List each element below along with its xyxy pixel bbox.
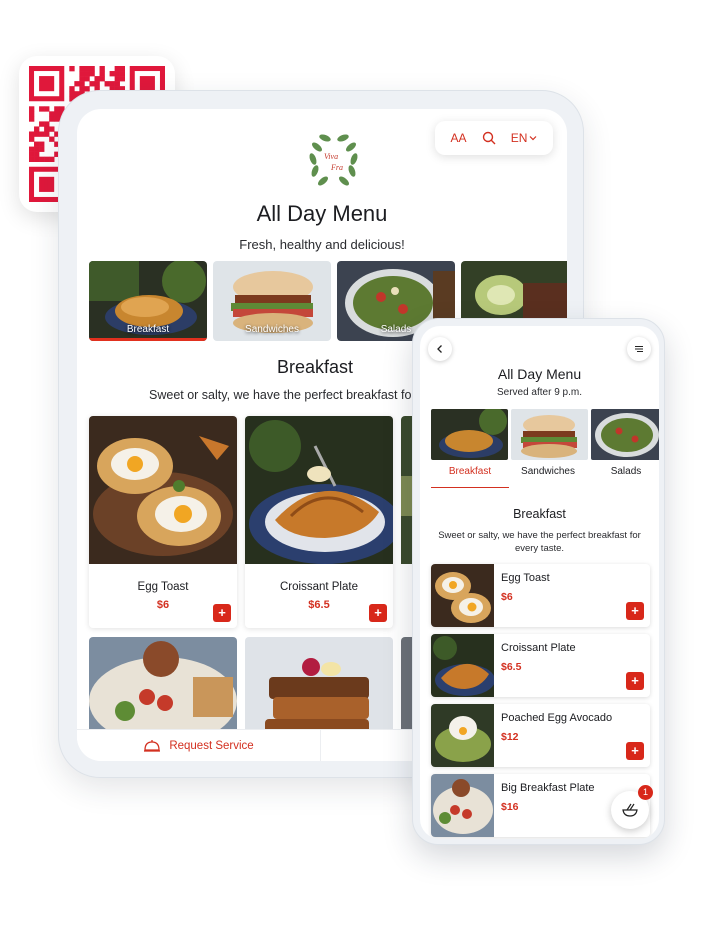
language-select[interactable]: EN bbox=[511, 131, 538, 145]
menu-card-egg-toast[interactable]: Egg Toast $6 + bbox=[89, 416, 237, 628]
item-price: $12 bbox=[501, 731, 519, 743]
phone-device: All Day Menu Served after 9 p.m. Breakfa… bbox=[412, 318, 665, 845]
section-description: Sweet or salty, we have the perfect brea… bbox=[149, 388, 412, 402]
service-bell-icon bbox=[144, 739, 161, 752]
item-name: Poached Egg Avocado bbox=[501, 712, 613, 724]
category-sandwiches[interactable]: Sandwiches bbox=[213, 261, 331, 341]
add-to-cart-button[interactable]: + bbox=[213, 604, 231, 622]
item-name: Croissant Plate bbox=[280, 581, 358, 593]
chevron-down-icon bbox=[529, 136, 537, 141]
phone-category-salads-image[interactable] bbox=[591, 409, 659, 460]
phone-page-subtitle: Served after 9 p.m. bbox=[496, 387, 583, 398]
category-breakfast[interactable]: Breakfast bbox=[89, 261, 207, 341]
page-subtitle: Fresh, healthy and delicious! bbox=[239, 237, 405, 252]
font-size-button[interactable]: AA bbox=[451, 131, 467, 145]
item-price: $16 bbox=[501, 801, 519, 813]
phone-category-breakfast-image[interactable] bbox=[431, 409, 508, 460]
item-name: Big Breakfast Plate bbox=[501, 782, 595, 794]
menu-card-french-toast[interactable] bbox=[245, 637, 393, 737]
tablet-toolbar: AA EN bbox=[435, 121, 553, 155]
french-toast-image bbox=[245, 637, 393, 737]
croissant-plate-image bbox=[431, 634, 494, 697]
logo-text-2: Fra bbox=[330, 163, 343, 172]
add-to-cart-button[interactable]: + bbox=[626, 742, 644, 760]
croissant-plate-image bbox=[245, 416, 393, 564]
item-price: $6.5 bbox=[501, 661, 522, 673]
phone-category-sandwiches-image[interactable] bbox=[511, 409, 588, 460]
cart-count-badge: 1 bbox=[638, 785, 653, 800]
cart-button[interactable]: 1 bbox=[611, 785, 653, 829]
poached-egg-avocado-image bbox=[431, 704, 494, 767]
menu-card-croissant-plate[interactable]: Croissant Plate $6.5 + bbox=[245, 416, 393, 628]
page-title: All Day Menu bbox=[256, 201, 388, 226]
breakfast-image bbox=[431, 409, 508, 460]
phone-item-poached-egg-avocado[interactable]: Poached Egg Avocado $12 + bbox=[431, 704, 650, 767]
phone-section-description: Sweet or salty, we have the perfect brea… bbox=[438, 530, 641, 554]
menu-card-big-breakfast[interactable] bbox=[89, 637, 237, 737]
tab-breakfast[interactable]: Breakfast bbox=[431, 466, 509, 488]
phone-item-croissant-plate[interactable]: Croissant Plate $6.5 + bbox=[431, 634, 650, 697]
phone-section-title: Breakfast bbox=[513, 507, 566, 521]
sandwiches-image bbox=[511, 409, 588, 460]
add-to-cart-button[interactable]: + bbox=[626, 672, 644, 690]
tab-salads[interactable]: Salads bbox=[587, 466, 659, 488]
item-price: $6 bbox=[501, 591, 513, 603]
back-button[interactable] bbox=[428, 337, 452, 361]
egg-toast-image bbox=[89, 416, 237, 564]
big-breakfast-image bbox=[89, 637, 237, 737]
egg-toast-image bbox=[431, 564, 494, 627]
restaurant-logo: Viva Fra bbox=[309, 134, 358, 186]
item-name: Croissant Plate bbox=[501, 642, 576, 654]
add-to-cart-button[interactable]: + bbox=[369, 604, 387, 622]
chevron-left-icon bbox=[437, 345, 442, 353]
request-service-label: Request Service bbox=[169, 739, 254, 752]
big-breakfast-image bbox=[431, 774, 494, 837]
category-label: Sandwiches bbox=[245, 324, 299, 335]
phone-item-egg-toast[interactable]: Egg Toast $6 + bbox=[431, 564, 650, 627]
phone-category-images bbox=[431, 409, 659, 460]
phone-screen: All Day Menu Served after 9 p.m. Breakfa… bbox=[420, 326, 659, 839]
request-service-button[interactable]: Request Service bbox=[77, 730, 321, 761]
font-size-label: AA bbox=[450, 131, 467, 145]
item-name: Egg Toast bbox=[137, 581, 189, 593]
food-bowl-icon bbox=[622, 803, 638, 817]
logo-text-1: Viva bbox=[324, 152, 338, 161]
search-icon bbox=[482, 131, 496, 145]
phone-category-tabs: Breakfast Sandwiches Salads bbox=[431, 466, 659, 488]
hamburger-icon bbox=[635, 345, 643, 353]
category-label: Breakfast bbox=[126, 324, 170, 335]
add-to-cart-button[interactable]: + bbox=[626, 602, 644, 620]
item-name: Egg Toast bbox=[501, 572, 550, 584]
salads-image bbox=[591, 409, 659, 460]
search-button[interactable] bbox=[482, 131, 496, 145]
menu-button[interactable] bbox=[627, 337, 651, 361]
section-title: Breakfast bbox=[277, 357, 354, 377]
tab-sandwiches[interactable]: Sandwiches bbox=[509, 466, 587, 488]
language-label: EN bbox=[510, 131, 528, 145]
phone-page-title: All Day Menu bbox=[497, 366, 582, 382]
